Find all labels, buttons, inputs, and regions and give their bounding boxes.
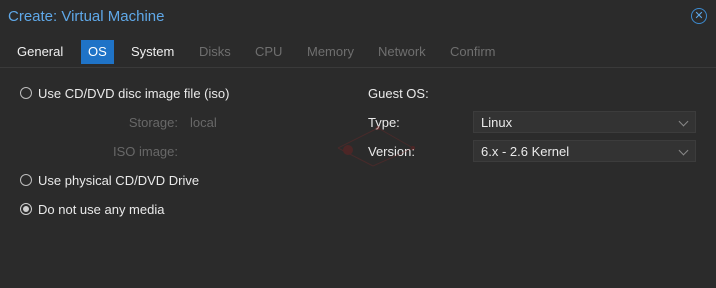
storage-value: local: [190, 115, 217, 130]
physical-drive-radio[interactable]: [20, 174, 32, 186]
dialog-title: Create: Virtual Machine: [8, 8, 165, 25]
guest-os-heading: Guest OS:: [368, 86, 429, 101]
tab-network: Network: [378, 44, 426, 59]
tab-memory: Memory: [307, 44, 354, 59]
tab-cpu: CPU: [255, 44, 283, 59]
tab-os[interactable]: OS: [81, 40, 114, 64]
wizard-tabs: General OS System Disks CPU Memory Netwo…: [0, 40, 716, 66]
iso-radio-option[interactable]: Use CD/DVD disc image file (iso): [20, 85, 250, 103]
os-type-select[interactable]: Linux: [473, 111, 696, 133]
physical-drive-radio-option[interactable]: Use physical CD/DVD Drive: [20, 172, 220, 190]
storage-label: Storage:: [128, 115, 178, 130]
iso-radio[interactable]: [20, 87, 32, 99]
no-media-radio[interactable]: [20, 203, 32, 215]
os-version-value: 6.x - 2.6 Kernel: [481, 144, 570, 159]
tab-system[interactable]: System: [124, 40, 181, 64]
no-media-radio-label: Do not use any media: [38, 202, 165, 217]
chevron-down-icon[interactable]: [678, 145, 689, 156]
watermark-logo: [337, 126, 415, 167]
close-icon[interactable]: ✕: [691, 8, 707, 24]
chevron-down-icon[interactable]: [678, 116, 689, 127]
os-type-value: Linux: [481, 115, 513, 130]
tab-general[interactable]: General: [10, 40, 70, 64]
no-media-radio-option[interactable]: Do not use any media: [20, 201, 190, 219]
os-version-select[interactable]: 6.x - 2.6 Kernel: [473, 140, 696, 162]
tab-confirm: Confirm: [450, 44, 496, 59]
iso-image-label: ISO image:: [112, 144, 178, 159]
iso-radio-label: Use CD/DVD disc image file (iso): [38, 86, 230, 101]
dialog-titlebar: Create: Virtual Machine ✕: [0, 0, 716, 34]
tabs-divider: [0, 67, 716, 68]
create-vm-dialog: Create: Virtual Machine ✕ General OS Sys…: [0, 0, 716, 288]
tab-disks: Disks: [199, 44, 231, 59]
physical-drive-radio-label: Use physical CD/DVD Drive: [38, 173, 200, 188]
